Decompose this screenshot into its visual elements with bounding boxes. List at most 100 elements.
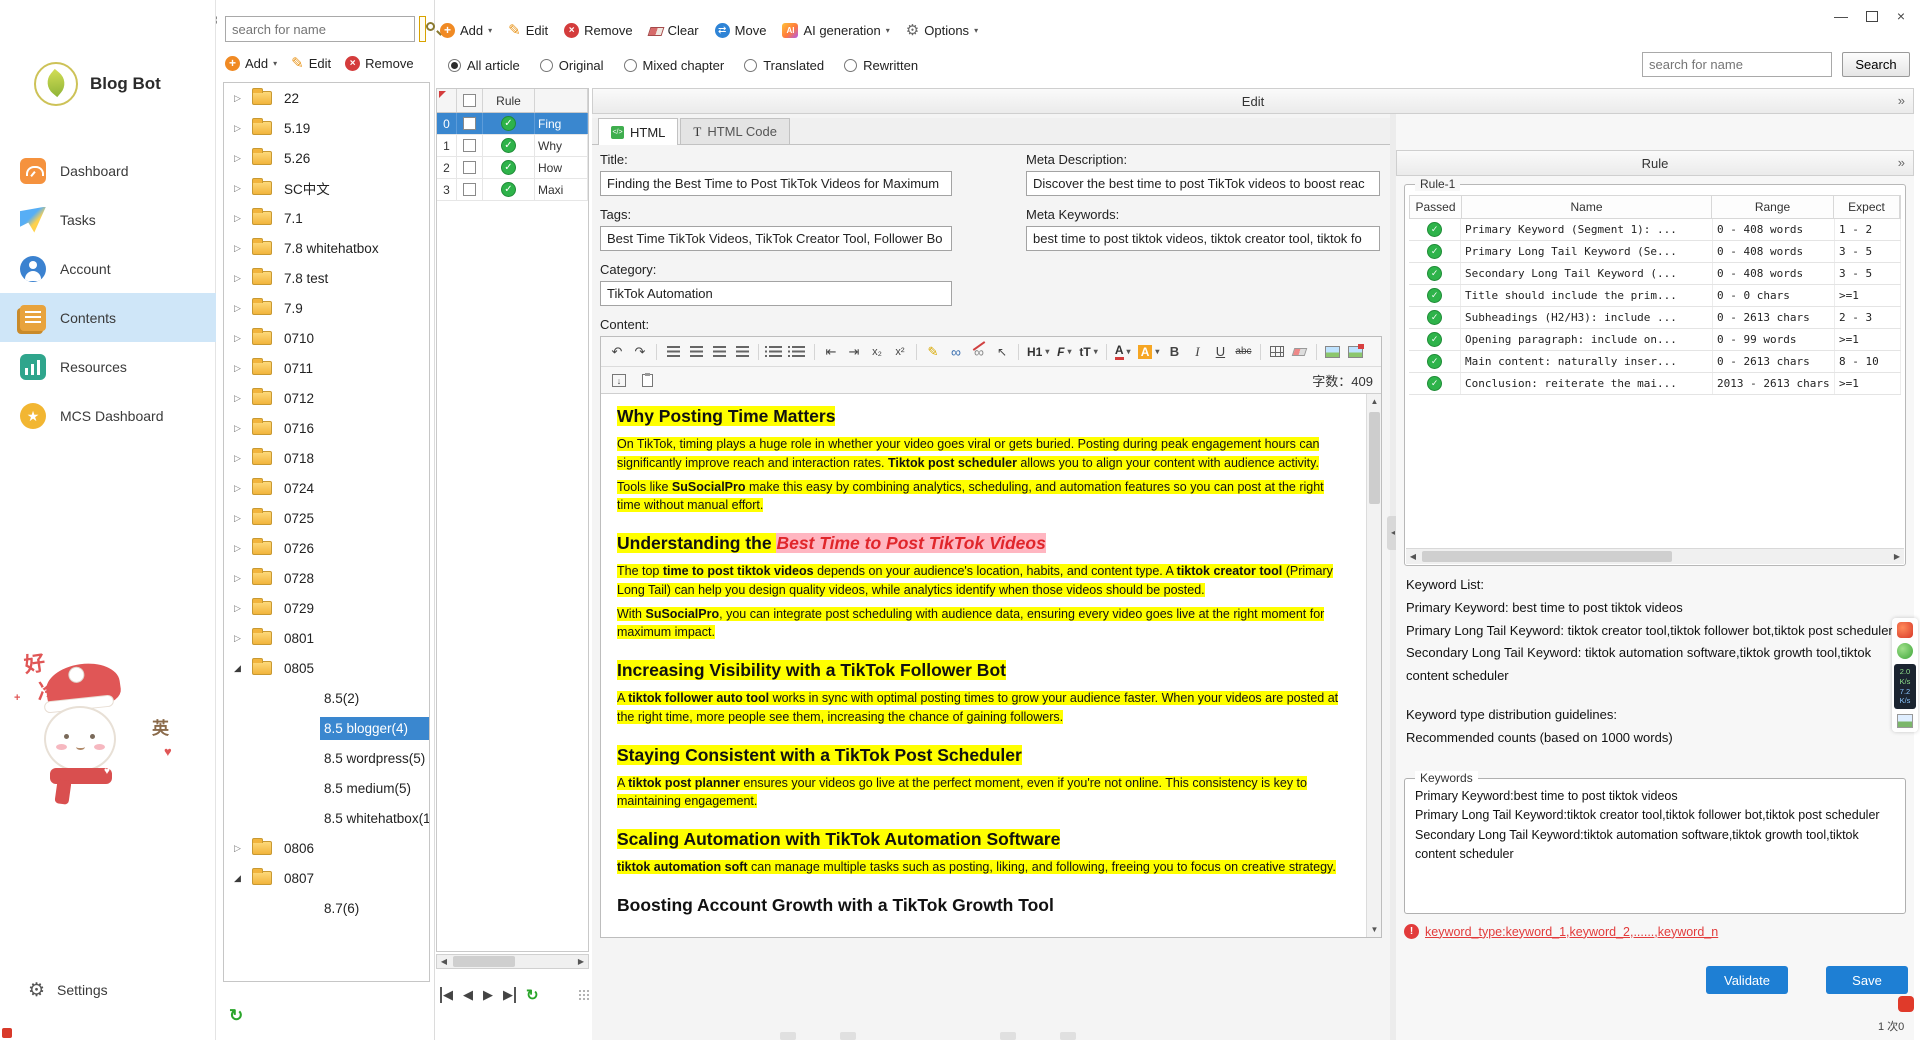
tree-item[interactable]: 0726 — [224, 533, 429, 563]
expand-arrow-icon[interactable] — [234, 453, 252, 464]
sidebar-item[interactable]: Account — [0, 244, 216, 293]
tree-search-input[interactable] — [225, 16, 415, 42]
toolbar-button[interactable]: Clear ▾ — [649, 23, 699, 38]
expand-arrow-icon[interactable] — [234, 123, 252, 134]
underline-button[interactable]: U — [1210, 341, 1230, 363]
search-button[interactable]: Search — [1842, 52, 1910, 77]
expand-arrow-icon[interactable] — [234, 633, 252, 644]
sidebar-item[interactable]: Tasks — [0, 195, 216, 244]
scrollbar-thumb[interactable] — [453, 956, 515, 967]
sidebar-item[interactable]: MCS Dashboard — [0, 391, 216, 440]
expand-arrow-icon[interactable] — [234, 93, 252, 104]
article-row[interactable]: 0 Fing — [437, 113, 588, 135]
overlay-record-icon[interactable] — [1897, 622, 1913, 638]
tree-item[interactable]: 0710 — [224, 323, 429, 353]
highlighter-button[interactable] — [923, 341, 943, 363]
expand-arrow-icon[interactable] — [234, 423, 252, 434]
toolbar-button[interactable]: Edit ▾ — [508, 21, 548, 39]
meta-description-input[interactable] — [1026, 171, 1380, 196]
align-right-button[interactable] — [709, 341, 729, 363]
scroll-down-icon[interactable]: ▼ — [1367, 922, 1381, 937]
expand-arrow-icon[interactable] — [234, 153, 252, 164]
overlay-status-icon[interactable] — [1897, 643, 1913, 659]
unordered-list-button[interactable] — [788, 341, 808, 363]
insert-link-button[interactable] — [946, 341, 966, 363]
select-tool-button[interactable] — [992, 341, 1012, 363]
tags-input[interactable] — [600, 226, 952, 251]
tree-action-button[interactable]: Add ▾ — [225, 56, 277, 71]
sidebar-item[interactable]: Dashboard — [0, 146, 216, 195]
toolbar-button[interactable]: Options ▾ — [906, 21, 978, 39]
tree-item[interactable]: 0728 — [224, 563, 429, 593]
tree-item[interactable]: 7.9 — [224, 293, 429, 323]
remove-link-button[interactable] — [969, 341, 989, 363]
tree-item[interactable]: 8.5(2) — [224, 683, 429, 713]
tree-item[interactable]: 5.19 — [224, 113, 429, 143]
collapse-panel-icon[interactable]: » — [1898, 93, 1905, 108]
maximize-button[interactable] — [1856, 4, 1886, 28]
rule-row[interactable]: Opening paragraph: include on... 0 - 99 … — [1409, 329, 1901, 351]
range-column-header[interactable]: Range — [1712, 196, 1834, 218]
editor-tab[interactable]: HTML Code — [680, 118, 790, 144]
refresh-icon[interactable]: ↻ — [526, 986, 539, 1004]
font-size-select[interactable]: tT▾ — [1077, 341, 1099, 363]
title-input[interactable] — [600, 171, 952, 196]
align-center-button[interactable] — [686, 341, 706, 363]
passed-column-header[interactable]: Passed — [1410, 196, 1462, 218]
drag-grip-icon[interactable] — [578, 989, 590, 1001]
expand-arrow-icon[interactable] — [234, 513, 252, 524]
ordered-list-button[interactable] — [765, 341, 785, 363]
tree-item[interactable]: 8.7(6) — [224, 893, 429, 923]
article-row[interactable]: 1 Why — [437, 135, 588, 157]
expect-column-header[interactable]: Expect — [1834, 196, 1900, 218]
next-page-button[interactable]: ▶ — [483, 987, 493, 1003]
eraser-button[interactable] — [1290, 341, 1310, 363]
insert-image-button[interactable] — [1323, 341, 1343, 363]
grid-corner-indicator[interactable] — [437, 89, 457, 112]
toolbar-button[interactable]: Remove ▾ — [564, 23, 632, 38]
export-button[interactable] — [609, 369, 629, 391]
highlight-color-button[interactable]: A▾ — [1136, 341, 1162, 363]
tree-item[interactable]: 0729 — [224, 593, 429, 623]
refresh-icon[interactable] — [229, 1006, 243, 1026]
tree-item[interactable]: 22 — [224, 83, 429, 113]
category-input[interactable] — [600, 281, 952, 306]
tree-item[interactable]: 0718 — [224, 443, 429, 473]
expand-arrow-icon[interactable] — [234, 873, 252, 884]
row-checkbox[interactable] — [457, 135, 483, 156]
tree-item[interactable]: 0716 — [224, 413, 429, 443]
expand-arrow-icon[interactable] — [234, 183, 252, 194]
article-search-input[interactable] — [1642, 52, 1832, 77]
expand-arrow-icon[interactable] — [234, 243, 252, 254]
minimize-button[interactable]: — — [1826, 4, 1856, 28]
expand-arrow-icon[interactable] — [234, 273, 252, 284]
expand-arrow-icon[interactable] — [234, 543, 252, 554]
rule-row[interactable]: Conclusion: reiterate the mai... 2013 - … — [1409, 373, 1901, 395]
keywords-text[interactable]: Primary Keyword:best time to post tiktok… — [1415, 787, 1895, 905]
expand-arrow-icon[interactable] — [234, 213, 252, 224]
grid-horizontal-scrollbar[interactable]: ◀ ▶ — [436, 954, 589, 969]
tree-action-button[interactable]: Remove ▾ — [345, 56, 413, 71]
superscript-button[interactable]: x² — [890, 341, 910, 363]
row-checkbox[interactable] — [457, 157, 483, 178]
row-checkbox[interactable] — [457, 179, 483, 200]
expand-arrow-icon[interactable] — [234, 363, 252, 374]
row-checkbox[interactable] — [457, 113, 483, 134]
scroll-up-icon[interactable]: ▲ — [1367, 394, 1381, 409]
tree-item[interactable]: 0725 — [224, 503, 429, 533]
rule-row[interactable]: Title should include the prim... 0 - 0 c… — [1409, 285, 1901, 307]
heading-select[interactable]: H1▾ — [1025, 341, 1051, 363]
undo-button[interactable]: ↶ — [607, 341, 627, 363]
tree-item[interactable]: 8.5 medium(5) — [224, 773, 429, 803]
tree-item[interactable]: 7.8 test — [224, 263, 429, 293]
paste-button[interactable] — [637, 369, 657, 391]
close-button[interactable]: × — [1886, 4, 1916, 28]
toolbar-button[interactable]: AI generation ▾ — [782, 23, 889, 38]
tree-item[interactable]: 0711 — [224, 353, 429, 383]
rule-horizontal-scrollbar[interactable]: ◀ ▶ — [1406, 548, 1904, 564]
subscript-button[interactable]: x₂ — [867, 341, 887, 363]
scrollbar-thumb[interactable] — [1422, 551, 1672, 562]
expand-arrow-icon[interactable] — [234, 483, 252, 494]
name-column-header[interactable]: Name — [1462, 196, 1712, 218]
rule-row[interactable]: Main content: naturally inser... 0 - 261… — [1409, 351, 1901, 373]
